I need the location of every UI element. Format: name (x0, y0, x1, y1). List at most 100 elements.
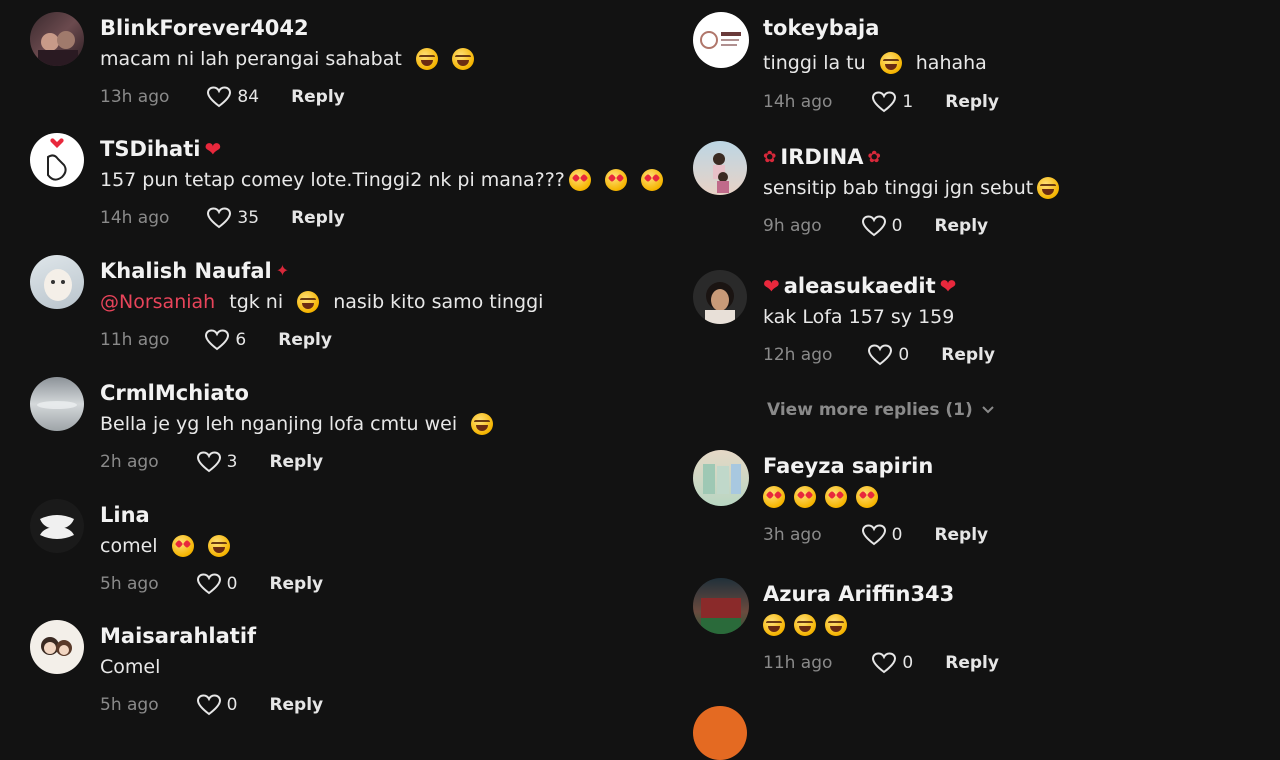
timestamp: 5h ago (100, 574, 159, 594)
comment-text (763, 614, 847, 636)
avatar[interactable] (693, 450, 749, 506)
comment-meta: 9h ago 0 Reply (763, 215, 988, 237)
laughing-emoji-icon (297, 291, 320, 313)
timestamp: 14h ago (100, 208, 170, 228)
like-button[interactable]: 0 (861, 524, 903, 546)
like-count: 1 (902, 92, 914, 112)
like-count: 84 (237, 87, 260, 107)
chevron-down-icon (982, 406, 994, 414)
comment-meta: 12h ago 0 Reply (763, 344, 995, 366)
comment-meta: 11h ago 0 Reply (763, 652, 999, 674)
avatar[interactable] (693, 270, 747, 324)
timestamp: 9h ago (763, 216, 822, 236)
comment-item: CrmlMchiato Bella je yg leh nganjing lof… (30, 377, 590, 507)
laughing-emoji-icon (415, 48, 438, 70)
comment-meta: 2h ago 3 Reply (100, 451, 323, 473)
heart-eyes-emoji-icon (640, 169, 663, 191)
like-button[interactable]: 1 (872, 91, 913, 113)
reply-button[interactable]: Reply (269, 574, 323, 594)
reply-button[interactable]: Reply (269, 452, 323, 472)
avatar[interactable] (30, 255, 84, 309)
like-count: 0 (891, 216, 903, 236)
like-button[interactable]: 3 (196, 451, 238, 473)
heart-eyes-emoji-icon (794, 486, 816, 508)
comment-item: ✿ IRDINA ✿ sensitip bab tinggi jgn sebut 9… (693, 141, 1253, 271)
laughing-emoji-icon (1037, 177, 1060, 199)
reply-button[interactable]: Reply (934, 525, 988, 545)
comment-item: BlinkForever4042 macam ni lah perangai s… (30, 12, 590, 142)
timestamp: 2h ago (100, 452, 159, 472)
comment-meta: 5h ago 0 Reply (100, 573, 323, 595)
reply-button[interactable]: Reply (291, 87, 345, 107)
reply-button[interactable]: Reply (291, 208, 345, 228)
comment-text: tinggi la tu hahaha (763, 52, 987, 74)
timestamp: 11h ago (100, 330, 170, 350)
comment-meta: 14h ago 35 Reply (100, 207, 345, 229)
user-mention[interactable]: @Norsaniah (100, 291, 215, 313)
heart-eyes-emoji-icon (825, 486, 847, 508)
username[interactable]: Lina (100, 503, 150, 527)
heart-outline-icon (196, 694, 221, 716)
like-button[interactable]: 0 (861, 215, 903, 237)
reply-button[interactable]: Reply (934, 216, 988, 236)
avatar[interactable] (30, 499, 84, 553)
username[interactable]: tokeybaja (763, 16, 879, 40)
avatar[interactable] (693, 578, 749, 634)
avatar[interactable] (693, 141, 747, 195)
like-count: 3 (226, 452, 238, 472)
heart-outline-icon (861, 215, 886, 237)
avatar[interactable] (693, 12, 749, 68)
timestamp: 11h ago (763, 653, 833, 673)
laughing-emoji-icon (451, 48, 474, 70)
heart-eyes-emoji-icon (604, 169, 627, 191)
like-count: 0 (891, 525, 903, 545)
comment-text: 157 pun tetap comey lote.Tinggi2 nk pi m… (100, 169, 663, 191)
username[interactable]: Khalish Naufal ✦ (100, 259, 289, 283)
username[interactable]: BlinkForever4042 (100, 16, 309, 40)
username[interactable]: CrmlMchiato (100, 381, 249, 405)
like-count: 35 (237, 208, 260, 228)
laughing-emoji-icon (207, 535, 230, 557)
avatar[interactable] (30, 12, 84, 66)
like-button[interactable]: 0 (196, 573, 237, 595)
rose-emoji-icon: ✿ (763, 147, 777, 166)
username[interactable]: Azura Ariffin343 (763, 582, 954, 606)
comment-meta: 3h ago 0 Reply (763, 524, 988, 546)
heart-outline-icon (861, 524, 886, 546)
reply-button[interactable]: Reply (941, 345, 995, 365)
reply-button[interactable]: Reply (945, 653, 999, 673)
timestamp: 13h ago (100, 87, 170, 107)
avatar[interactable] (30, 133, 84, 187)
like-button[interactable]: 0 (872, 652, 913, 674)
like-button[interactable]: 0 (868, 344, 909, 366)
comment-item: Azura Ariffin343 11h ago 0 Reply (693, 578, 1253, 708)
heart-eyes-emoji-icon (763, 486, 785, 508)
like-button[interactable]: 6 (205, 329, 246, 351)
heart-outline-icon (872, 652, 897, 674)
comment-item: Lina comel 5h ago 0 Reply (30, 499, 590, 629)
comment-item: ❤ aleasukaedit ❤ kak Lofa 157 sy 159 12h a… (693, 270, 1253, 400)
rose-emoji-icon: ✿ (867, 147, 881, 166)
red-heart-emoji-icon: ❤ (763, 274, 780, 298)
heart-outline-icon (868, 344, 893, 366)
like-button[interactable]: 35 (207, 207, 259, 229)
username[interactable]: Faeyza sapirin (763, 454, 933, 478)
comment-item: tokeybaja tinggi la tu hahaha 14h ago 1 … (693, 12, 1253, 142)
reply-button[interactable]: Reply (269, 695, 323, 715)
username[interactable]: TSDihati ❤ (100, 137, 221, 161)
avatar[interactable] (30, 620, 84, 674)
username[interactable]: Maisarahlatif (100, 624, 256, 648)
avatar[interactable] (693, 706, 747, 760)
comment-item: Khalish Naufal ✦ @Norsaniah tgk ni nasib … (30, 255, 590, 385)
red-heart-emoji-icon: ❤ (939, 274, 957, 298)
username[interactable]: ❤ aleasukaedit ❤ (763, 274, 956, 298)
reply-button[interactable]: Reply (945, 92, 999, 112)
avatar[interactable] (30, 377, 84, 431)
like-button[interactable]: 84 (207, 86, 259, 108)
laughing-emoji-icon (763, 614, 785, 636)
reply-button[interactable]: Reply (278, 330, 332, 350)
view-more-replies-button[interactable]: View more replies (1) (767, 400, 995, 420)
heart-outline-icon (207, 86, 232, 108)
like-button[interactable]: 0 (196, 694, 237, 716)
username[interactable]: ✿ IRDINA ✿ (763, 145, 881, 169)
